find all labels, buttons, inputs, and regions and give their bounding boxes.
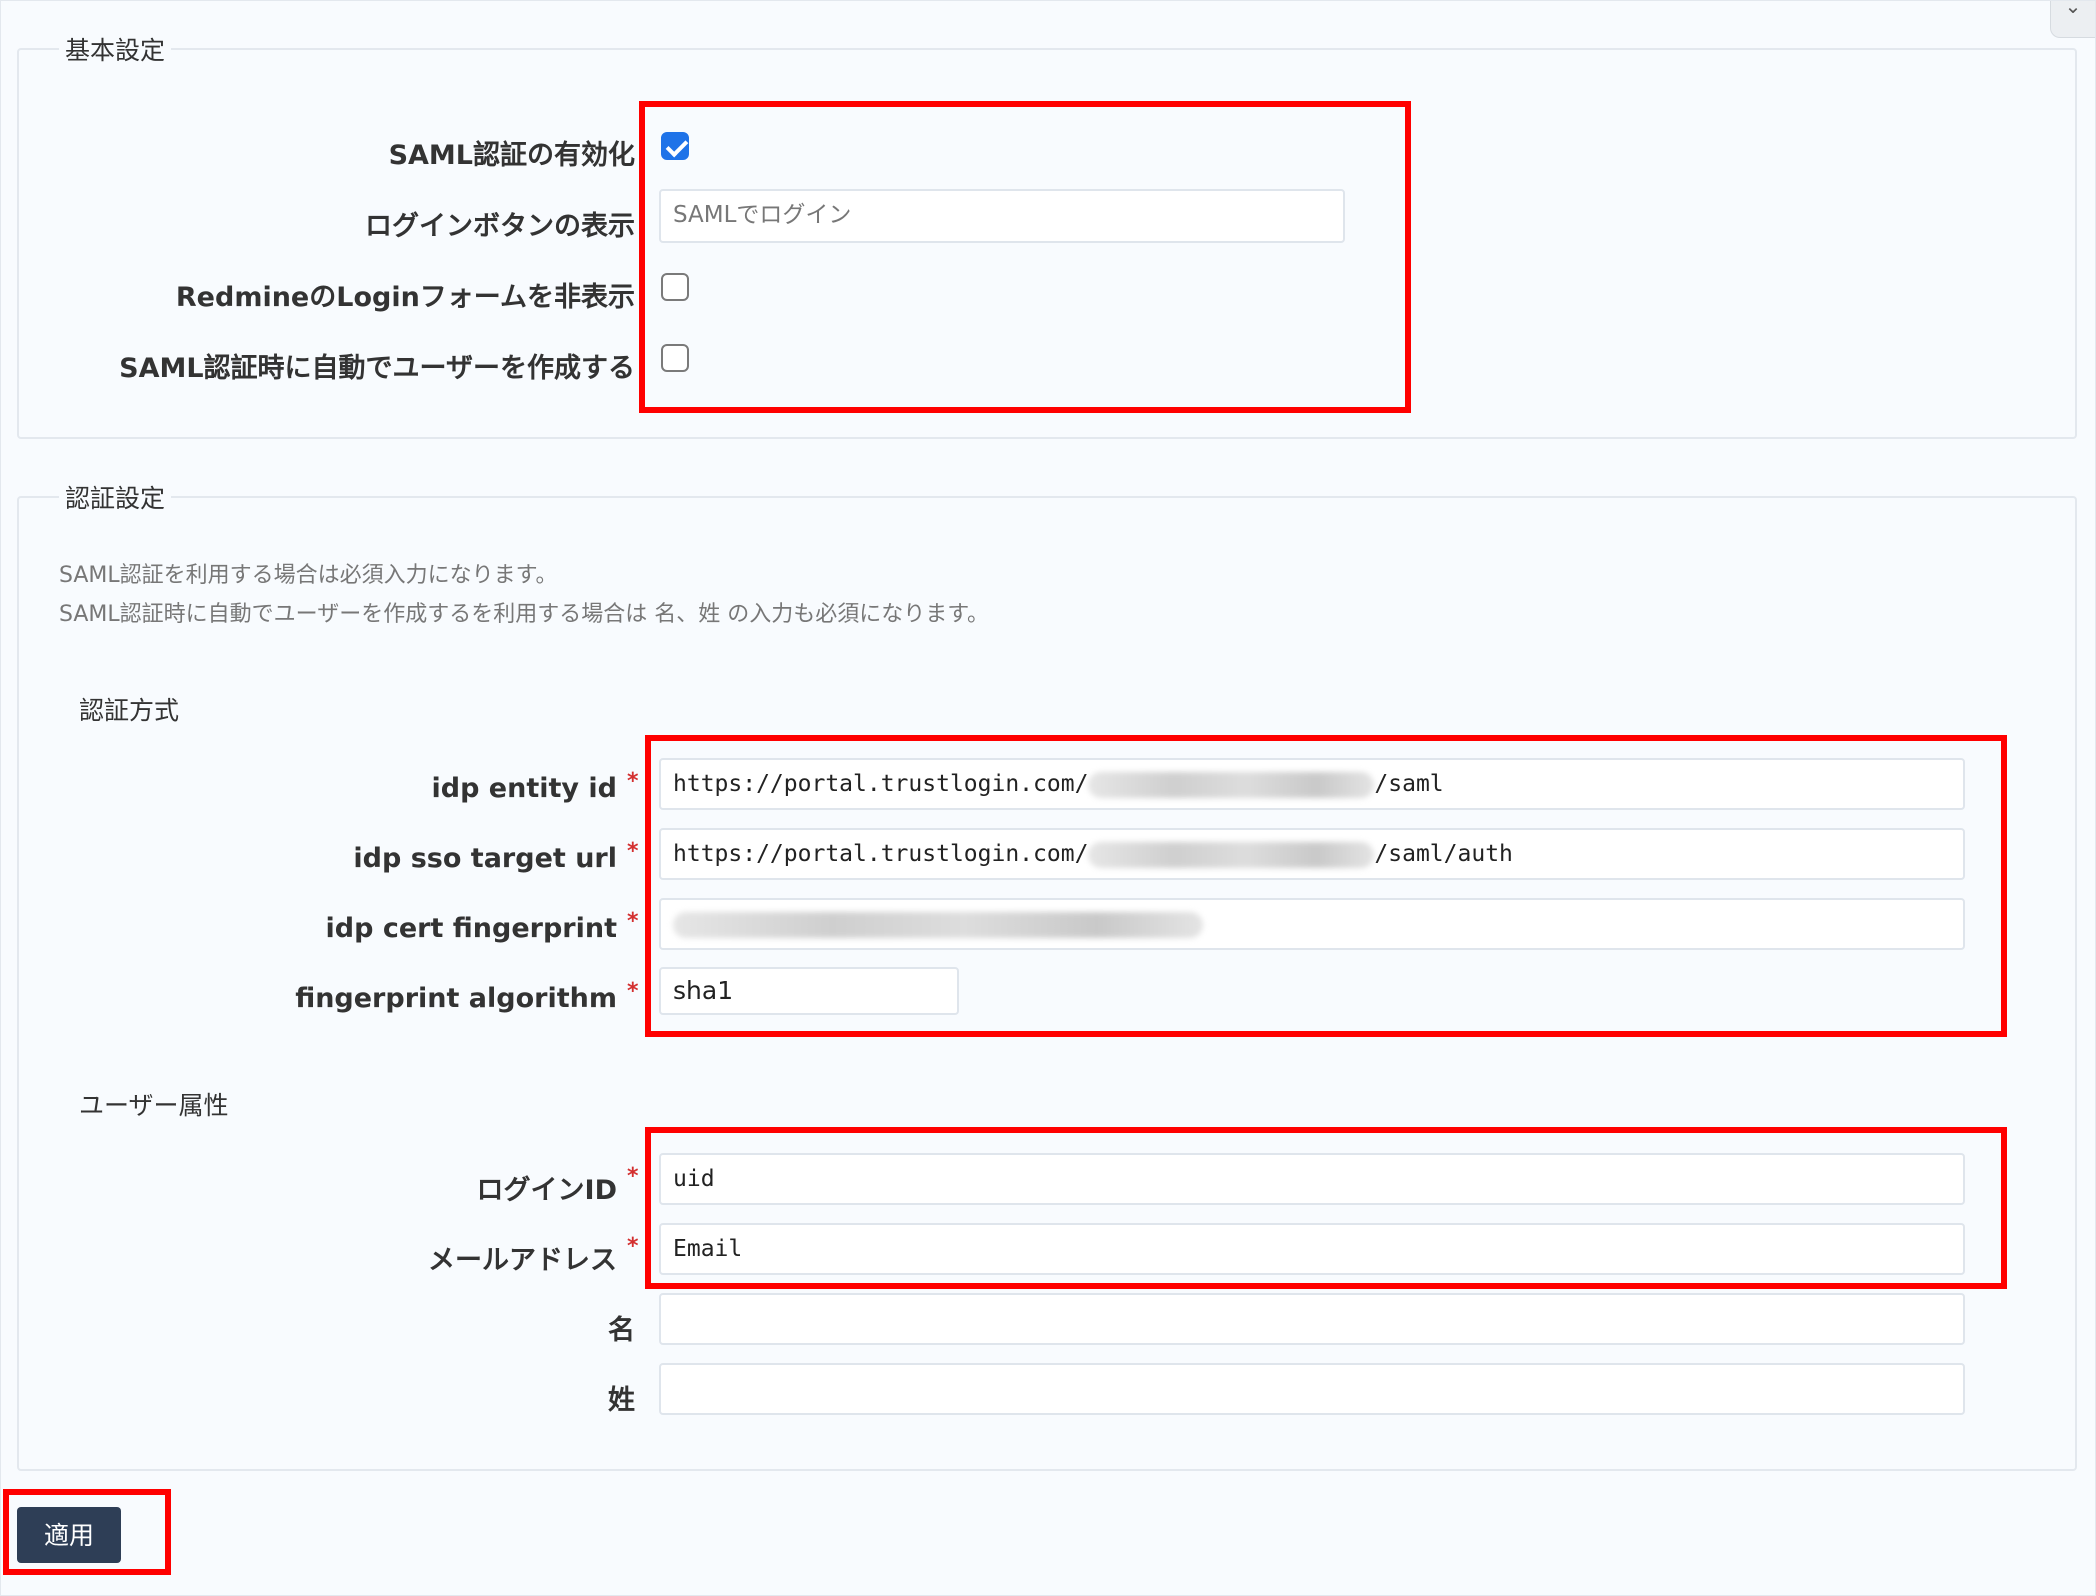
apply-button[interactable]: 適用	[17, 1507, 121, 1563]
auto-create-user-label: SAML認証時に自動でユーザーを作成する	[119, 353, 635, 384]
required-mark: *	[627, 1234, 639, 1259]
redacted-value	[1088, 771, 1375, 798]
email-input[interactable]: Email	[659, 1223, 1965, 1275]
login-id-label: ログインID	[476, 1175, 617, 1206]
user-attributes-heading: ユーザー属性	[79, 1091, 229, 1120]
auth-settings-legend: 認証設定	[65, 484, 166, 513]
enable-saml-label: SAML認証の有効化	[388, 140, 635, 171]
hide-login-form-label: RedmineのLoginフォームを非表示	[175, 282, 635, 313]
settings-page: ⌄ 基本設定 SAML認証の有効化 ログインボタンの表示 SAMLでログイン R…	[0, 0, 2096, 1596]
required-mark: *	[627, 909, 639, 934]
idp-sso-target-url-prefix: https://portal.trustlogin.com/	[673, 841, 1089, 867]
auto-create-user-checkbox[interactable]	[661, 344, 689, 372]
idp-sso-target-url-input[interactable]: https://portal.trustlogin.com/ /saml/auth	[659, 828, 1965, 880]
idp-entity-id-input[interactable]: https://portal.trustlogin.com/ /saml	[659, 758, 1965, 810]
basic-settings-legend: 基本設定	[65, 36, 166, 65]
idp-sso-target-url-label: idp sso target url	[353, 843, 617, 874]
required-mark: *	[627, 1164, 639, 1189]
firstname-label: 名	[608, 1315, 635, 1346]
auth-method-heading: 認証方式	[79, 696, 180, 725]
idp-cert-fingerprint-input[interactable]	[659, 898, 1965, 950]
lastname-input[interactable]	[659, 1363, 1965, 1415]
redacted-value	[673, 911, 1203, 938]
idp-sso-target-url-suffix: /saml/auth	[1374, 841, 1513, 867]
help-text-line1: SAML認証を利用する場合は必須入力になります。	[59, 563, 558, 588]
enable-saml-checkbox[interactable]	[661, 132, 689, 160]
idp-cert-fingerprint-label: idp cert fingerprint	[325, 913, 617, 944]
idp-entity-id-label: idp entity id	[431, 773, 618, 804]
login-id-input[interactable]: uid	[659, 1153, 1965, 1205]
email-label: メールアドレス	[428, 1245, 617, 1276]
required-mark: *	[627, 839, 639, 864]
fingerprint-algorithm-input[interactable]: sha1	[659, 967, 959, 1015]
required-mark: *	[627, 769, 639, 794]
help-text-line2: SAML認証時に自動でユーザーを作成するを利用する場合は 名、姓 の入力も必須に…	[59, 602, 990, 627]
login-button-text-input[interactable]: SAMLでログイン	[659, 189, 1345, 243]
idp-entity-id-prefix: https://portal.trustlogin.com/	[673, 771, 1089, 797]
fingerprint-algorithm-label: fingerprint algorithm	[295, 983, 617, 1014]
lastname-label: 姓	[608, 1385, 635, 1416]
redacted-value	[1088, 841, 1375, 868]
firstname-input[interactable]	[659, 1293, 1965, 1345]
login-button-label: ログインボタンの表示	[365, 211, 635, 242]
required-mark: *	[627, 979, 639, 1004]
idp-entity-id-suffix: /saml	[1374, 771, 1444, 797]
hide-login-form-checkbox[interactable]	[661, 273, 689, 301]
